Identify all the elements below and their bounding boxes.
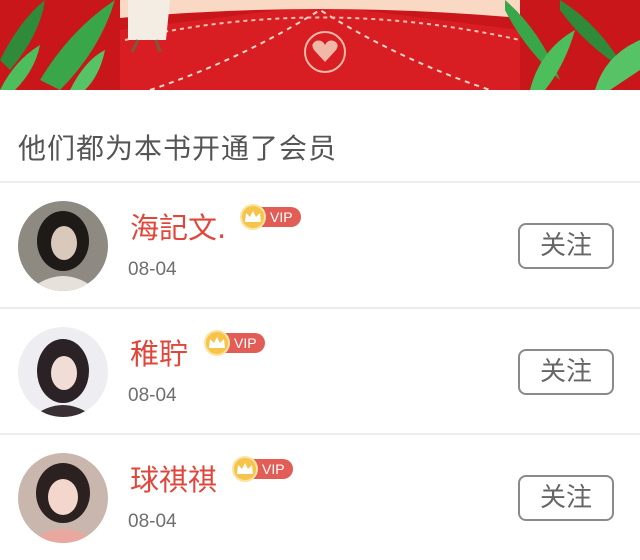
vip-badge: VIP [204,330,265,356]
top-banner [0,0,640,90]
avatar[interactable] [18,327,108,417]
crown-icon [204,330,230,356]
follow-button[interactable]: 关注 [518,223,614,269]
member-name[interactable]: 球祺祺 [130,457,217,499]
follow-button[interactable]: 关注 [518,475,614,521]
vip-badge: VIP [240,204,301,230]
member-date: 08-04 [128,385,177,406]
member-list: 海記文. VIP 08-04 关注 稚聍 VIP 08-04 关注 球祺祺 VI… [0,183,640,560]
member-name[interactable]: 稚聍 [130,331,188,373]
list-item[interactable]: 海記文. VIP 08-04 关注 [0,183,640,309]
avatar[interactable] [18,453,108,543]
member-date: 08-04 [128,259,177,280]
member-date: 08-04 [128,511,177,532]
follow-button[interactable]: 关注 [518,349,614,395]
crown-icon [232,456,258,482]
member-name[interactable]: 海記文. [130,205,226,247]
crown-icon [240,204,266,230]
section-title: 他们都为本书开通了会员 [18,132,338,165]
avatar[interactable] [18,201,108,291]
list-item[interactable]: 稚聍 VIP 08-04 关注 [0,309,640,435]
vip-badge: VIP [232,456,293,482]
list-item[interactable]: 球祺祺 VIP 08-04 关注 [0,435,640,560]
banner-illustration [0,0,640,90]
